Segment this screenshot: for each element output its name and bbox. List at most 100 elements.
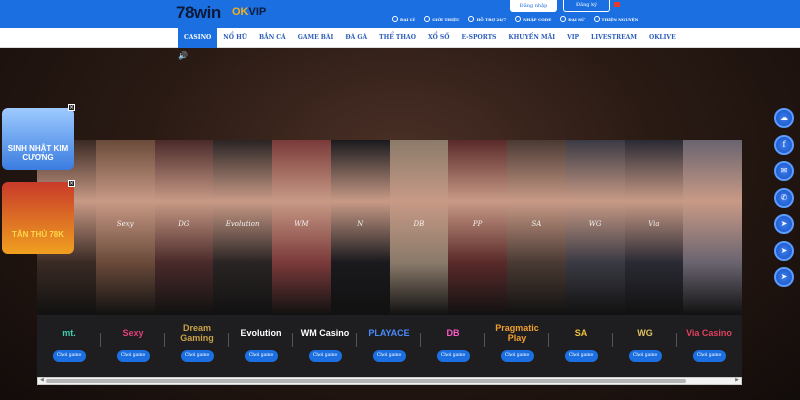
nav-item[interactable]: XỔ SỐ xyxy=(422,28,456,48)
top-link-label: HỖ TRỢ 24/7 xyxy=(476,16,507,22)
nav-item[interactable]: LIVESTREAM xyxy=(585,28,643,48)
play-button[interactable]: Chơi game xyxy=(244,350,278,362)
provider-logo: Via Casino xyxy=(686,327,732,338)
play-button[interactable]: Chơi game xyxy=(180,350,214,362)
login-button[interactable]: Đăng nhập xyxy=(510,0,557,12)
provider-logo: Sexy xyxy=(122,327,144,338)
play-button[interactable]: Chơi game xyxy=(500,350,534,362)
provider-card[interactable]: WM Casino Chơi game xyxy=(293,315,357,377)
provider-logo: SA xyxy=(574,327,588,338)
provider-watermark: Via xyxy=(648,220,660,228)
banner-panel[interactable]: WG xyxy=(565,140,625,315)
promo-title: SINH NHẬT KIM CƯƠNG xyxy=(7,144,69,162)
provider-card[interactable]: Evolution Chơi game xyxy=(229,315,293,377)
promo-birthday-diamond[interactable]: SINH NHẬT KIM CƯƠNG xyxy=(2,108,74,170)
top-link-label: ĐẠI LÝ xyxy=(400,16,416,22)
link-icon xyxy=(468,16,475,22)
provider-logo: WG xyxy=(637,327,653,338)
facebook-icon[interactable]: f xyxy=(774,134,794,155)
play-button[interactable]: Chơi game xyxy=(52,350,86,362)
link-icon xyxy=(424,16,431,22)
top-link[interactable]: ĐẠI SỨ xyxy=(560,16,585,22)
nav-item[interactable]: BẮN CÁ xyxy=(253,28,292,48)
logo[interactable]: 78win xyxy=(176,3,221,23)
provider-card[interactable]: Sexy Chơi game xyxy=(101,315,165,377)
provider-card[interactable]: SA Chơi game xyxy=(549,315,613,377)
provider-card[interactable]: Dream Gaming Chơi game xyxy=(165,315,229,377)
provider-card[interactable]: WG Chơi game xyxy=(613,315,677,377)
horizontal-scrollbar[interactable]: ◀ ▶ xyxy=(37,377,742,385)
close-icon[interactable]: × xyxy=(68,104,75,111)
provider-logo: Evolution xyxy=(240,327,282,338)
scroll-right-icon[interactable]: ▶ xyxy=(735,377,739,383)
provider-card[interactable]: Pragmatic Play Chơi game xyxy=(485,315,549,377)
provider-watermark: WM xyxy=(294,220,309,228)
nav-item[interactable]: THỂ THAO xyxy=(373,28,422,48)
provider-logo: WM Casino xyxy=(300,327,350,338)
nav-item[interactable]: OKLIVE xyxy=(643,28,682,48)
provider-logo: Dream Gaming xyxy=(180,322,214,343)
banner-panel[interactable] xyxy=(683,140,742,315)
mail-icon[interactable]: ✉ xyxy=(774,161,794,181)
top-link[interactable]: GIỚI THIỆU xyxy=(424,16,459,22)
provider-card[interactable]: PLAYACE Chơi game xyxy=(357,315,421,377)
top-link[interactable]: HỖ TRỢ 24/7 xyxy=(468,16,506,22)
link-icon xyxy=(392,16,398,22)
link-icon xyxy=(560,16,567,22)
provider-watermark: DB xyxy=(413,220,425,228)
promo-new-member[interactable]: TÂN THỦ 78K xyxy=(2,182,74,254)
scroll-left-icon[interactable]: ◀ xyxy=(40,377,44,383)
top-link[interactable]: ĐẠI LÝ xyxy=(392,16,415,22)
play-button[interactable]: Chơi game xyxy=(372,350,406,362)
nav-item[interactable]: NỔ HŨ xyxy=(217,28,253,48)
provider-logo: mt. xyxy=(62,327,76,338)
nav-item[interactable]: E-SPORTS xyxy=(455,28,502,48)
messenger-icon[interactable]: ✆ xyxy=(774,187,794,208)
banner-panel[interactable]: DG xyxy=(154,140,214,315)
provider-card[interactable]: Via Casino Chơi game xyxy=(677,315,741,377)
top-link-label: ĐẠI SỨ xyxy=(568,16,585,22)
banner-panel[interactable]: N xyxy=(330,140,390,315)
banner-panel[interactable]: SA xyxy=(507,140,566,315)
provider-card[interactable]: DB Chơi game xyxy=(421,315,485,377)
scrollbar-thumb[interactable] xyxy=(46,379,686,383)
telegram-icon[interactable]: ➤ xyxy=(774,240,794,261)
provider-card[interactable]: mt. Chơi game xyxy=(37,315,101,377)
nav-item[interactable]: VIP xyxy=(561,28,585,48)
banner-panel[interactable]: DB xyxy=(389,140,449,315)
play-button[interactable]: Chơi game xyxy=(628,350,662,362)
chat-icon[interactable]: ☁ xyxy=(774,108,794,128)
play-button[interactable]: Chơi game xyxy=(564,350,598,362)
nav-item[interactable]: ĐÁ GÀ xyxy=(339,28,373,48)
banner-panel[interactable]: Sexy xyxy=(95,140,155,315)
header: 78win OKVIP Đăng nhập Đăng ký ĐẠI LÝ GIỚI… xyxy=(0,0,800,28)
link-icon xyxy=(593,16,600,22)
banner-panel[interactable]: Evolution xyxy=(213,140,272,315)
banner-panel[interactable]: Via xyxy=(624,140,684,315)
casino-banner-gallery: Sexy DG Evolution WM N DB PP SA WG Via xyxy=(37,140,742,315)
main-nav: CASINO NỔ HŨ BẮN CÁ GAME BÀI ĐÁ GÀ THỂ THAO XỔ… xyxy=(0,28,800,48)
promo-title: TÂN THỦ 78K xyxy=(11,230,64,239)
telegram-icon[interactable]: ➤ xyxy=(774,267,794,287)
close-icon[interactable]: × xyxy=(68,180,75,187)
banner-panel[interactable]: PP xyxy=(448,140,507,315)
play-button[interactable]: Chơi game xyxy=(308,350,342,362)
play-button[interactable]: Chơi game xyxy=(692,350,726,362)
telegram-icon[interactable]: ➤ xyxy=(774,214,794,234)
top-link[interactable]: THIỆN NGUYỆN xyxy=(593,16,638,22)
register-button[interactable]: Đăng ký xyxy=(563,0,610,12)
play-button[interactable]: Chơi game xyxy=(116,350,150,362)
language-flag-icon[interactable] xyxy=(614,2,620,7)
play-button[interactable]: Chơi game xyxy=(436,350,470,362)
nav-item[interactable]: CASINO xyxy=(178,28,218,48)
nav-item[interactable]: GAME BÀI xyxy=(292,28,340,48)
top-link-label: NHẬP CODE xyxy=(523,16,552,22)
partner-logo: OKVIP xyxy=(232,6,267,18)
top-link[interactable]: NHẬP CODE xyxy=(515,16,551,22)
provider-watermark: Sexy xyxy=(116,220,134,228)
banner-panel[interactable]: WM xyxy=(272,140,331,315)
provider-watermark: SA xyxy=(531,220,542,228)
provider-logo: PLAYACE xyxy=(368,327,410,338)
nav-item[interactable]: KHUYẾN MÃI xyxy=(502,28,561,48)
speaker-icon[interactable]: 🔊 xyxy=(178,51,188,60)
